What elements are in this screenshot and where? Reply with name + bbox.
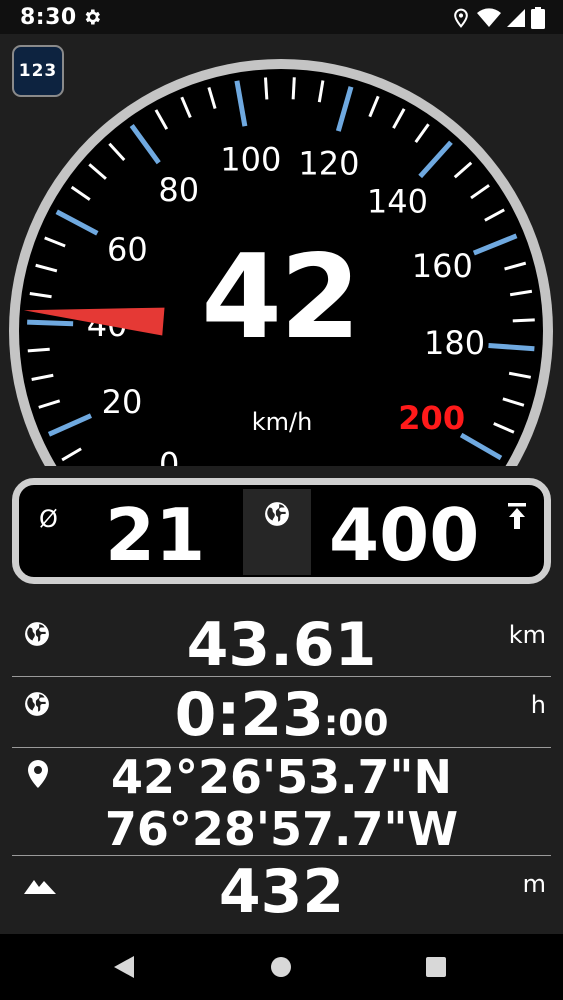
tick-label: 0 <box>159 445 179 470</box>
distance-value: 43.61 <box>186 610 377 680</box>
position-row[interactable]: 42°26'53.7"N 76°28'57.7"W <box>12 748 551 856</box>
tick-label: 60 <box>107 230 148 268</box>
signal-icon <box>507 9 525 27</box>
average-speed-value: 21 <box>105 493 206 577</box>
max-speed-value: 400 <box>329 493 480 577</box>
current-speed: 42 <box>201 230 360 365</box>
major-tick <box>27 319 74 327</box>
average-speed-box[interactable]: Ø 21 <box>25 489 243 575</box>
tick-label: 20 <box>102 383 143 421</box>
minor-tick <box>263 77 269 100</box>
mode-button-label: 123 <box>18 61 58 81</box>
globe-icon <box>265 502 289 526</box>
arrow-up-to-line-icon <box>508 503 526 529</box>
recents-icon[interactable] <box>426 957 446 977</box>
distance-unit: km <box>508 621 546 649</box>
minor-tick <box>291 77 296 100</box>
tick-label: 80 <box>158 171 199 209</box>
altitude-value: 432 <box>218 857 345 927</box>
tick-label: 100 <box>220 141 281 179</box>
tick-label: 120 <box>298 145 359 183</box>
gear-icon <box>85 9 100 25</box>
average-symbol: Ø <box>39 505 58 533</box>
tick-label: 180 <box>424 324 485 362</box>
duration-value: 0:23:00 <box>12 685 551 745</box>
major-tick <box>488 343 535 352</box>
tick-label: 200 <box>398 399 465 437</box>
tick-label: 140 <box>367 183 428 221</box>
mode-123-button[interactable]: 123 <box>12 45 64 97</box>
navigation-bar <box>0 934 563 1000</box>
location-icon <box>454 8 468 28</box>
minor-tick <box>27 347 50 353</box>
duration-seconds: :00 <box>323 703 389 744</box>
status-time: 8:30 <box>20 5 77 30</box>
back-icon[interactable] <box>114 956 134 978</box>
tick-label: 160 <box>412 247 473 285</box>
battery-icon <box>531 7 545 29</box>
longitude-value: 76°28'57.7"W <box>104 802 459 856</box>
status-bar: 8:30 <box>0 0 563 34</box>
altitude-row[interactable]: 432 m <box>12 856 551 926</box>
stats-separator <box>243 489 311 575</box>
home-icon[interactable] <box>270 956 292 978</box>
minor-tick <box>512 318 535 323</box>
max-speed-box[interactable]: 400 <box>311 489 543 575</box>
speed-unit: km/h <box>251 408 313 436</box>
duration-row[interactable]: 0:23:00 h <box>12 677 551 748</box>
distance-row[interactable]: 43.61 km <box>12 605 551 677</box>
duration-main: 0:23 <box>174 680 324 750</box>
latitude-value: 42°26'53.7"N <box>110 750 453 804</box>
speed-stats-panel: Ø 21 400 <box>12 478 551 584</box>
wifi-icon <box>477 8 501 27</box>
altitude-unit: m <box>522 870 546 898</box>
duration-unit: h <box>530 691 546 719</box>
